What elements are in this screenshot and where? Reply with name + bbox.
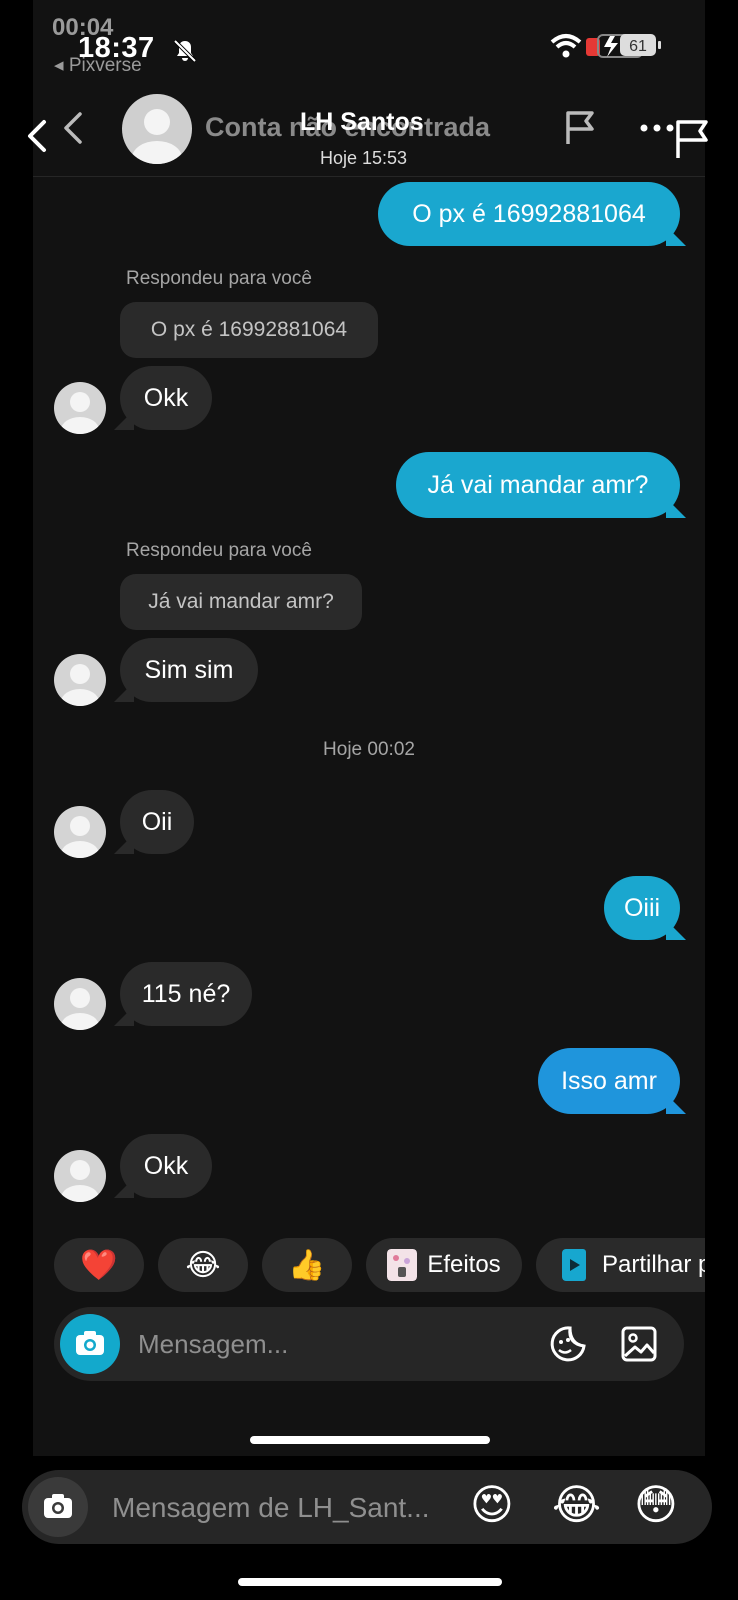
- laughing-emoji-button[interactable]: 😂: [552, 1480, 601, 1529]
- outer-home-indicator: [238, 1578, 502, 1586]
- outer-message-composer[interactable]: Mensagem de LH_Sant... 😍 😂 😳: [22, 1470, 712, 1544]
- back-arrow-icon[interactable]: [22, 116, 52, 156]
- message-input[interactable]: Mensagem...: [138, 1329, 288, 1360]
- effects-thumbnail-icon: [387, 1249, 418, 1281]
- outer-message-input[interactable]: Mensagem de LH_Sant...: [112, 1492, 430, 1524]
- back-to-app-link[interactable]: ◂ Pixverse: [54, 54, 142, 77]
- last-seen-time: Hoje 15:53: [320, 148, 408, 168]
- heart-icon: ❤️: [80, 1248, 118, 1282]
- report-flag-icon[interactable]: [672, 118, 712, 160]
- sender-avatar[interactable]: [54, 806, 106, 858]
- heart-eyes-emoji-button[interactable]: 😍: [470, 1480, 514, 1529]
- received-message[interactable]: Oii: [120, 790, 194, 854]
- home-indicator: [250, 1436, 490, 1444]
- share-button[interactable]: Partilhar p: [536, 1238, 705, 1292]
- effects-label: Efeitos: [427, 1251, 501, 1278]
- laughing-face-icon: 😂: [185, 1248, 221, 1282]
- sender-avatar[interactable]: [54, 654, 106, 706]
- camera-icon: [76, 1331, 104, 1355]
- sent-message[interactable]: Isso amr: [538, 1048, 680, 1114]
- date-separator: Hoje 00:02: [323, 739, 415, 760]
- received-message[interactable]: Okk: [120, 1134, 212, 1198]
- quoted-message[interactable]: Já vai mandar amr?: [120, 574, 362, 630]
- battery-icon: 61: [597, 34, 661, 58]
- reply-label: Respondeu para você: [126, 268, 312, 289]
- back-chevron-icon[interactable]: [58, 108, 88, 148]
- sender-avatar[interactable]: [54, 382, 106, 434]
- flushed-emoji-button[interactable]: 😳: [634, 1480, 678, 1529]
- wifi-icon: [550, 34, 582, 58]
- received-message[interactable]: 115 né?: [120, 962, 252, 1026]
- camera-icon: [44, 1494, 72, 1518]
- sent-message[interactable]: O px é 16992881064: [378, 182, 680, 246]
- quoted-message[interactable]: O px é 16992881064: [120, 302, 378, 358]
- sent-message[interactable]: Oiii: [604, 876, 680, 940]
- status-icons: 61: [548, 30, 678, 62]
- share-label: Partilhar p: [602, 1251, 705, 1278]
- header-divider: [33, 176, 705, 177]
- share-video-icon: [562, 1249, 586, 1281]
- sender-avatar[interactable]: [54, 978, 106, 1030]
- sent-message[interactable]: Já vai mandar amr?: [396, 452, 680, 518]
- received-message[interactable]: Sim sim: [120, 638, 258, 702]
- thumbs-up-icon: 👍: [288, 1248, 326, 1282]
- flag-icon[interactable]: [560, 108, 600, 148]
- reply-label: Respondeu para você: [126, 540, 312, 561]
- contact-name[interactable]: LH Santos: [300, 108, 424, 137]
- bell-muted-icon: [172, 38, 198, 64]
- laugh-reaction-button[interactable]: 😂: [158, 1238, 248, 1292]
- camera-button[interactable]: [60, 1314, 120, 1374]
- heart-reaction-button[interactable]: ❤️: [54, 1238, 144, 1292]
- gallery-icon[interactable]: [620, 1325, 658, 1363]
- outer-camera-button[interactable]: [28, 1477, 88, 1537]
- share-chip-clip: Partilhar p: [536, 1238, 705, 1292]
- effects-button[interactable]: Efeitos: [366, 1238, 522, 1292]
- contact-avatar[interactable]: [122, 94, 192, 164]
- sender-avatar[interactable]: [54, 1150, 106, 1202]
- message-composer[interactable]: Mensagem...: [54, 1307, 684, 1381]
- received-message[interactable]: Okk: [120, 366, 212, 430]
- battery-level: 61: [629, 38, 647, 55]
- thumbs-up-reaction-button[interactable]: 👍: [262, 1238, 352, 1292]
- sticker-icon[interactable]: [548, 1324, 588, 1364]
